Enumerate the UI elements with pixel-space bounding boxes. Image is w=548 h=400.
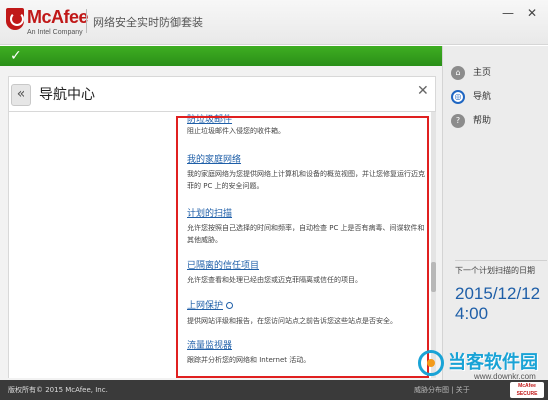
compass-icon: ◎ xyxy=(451,90,465,104)
sidebar-item-label: 帮助 xyxy=(473,116,492,126)
sidebar-item-label: 导航 xyxy=(473,92,492,102)
sidebar-item-navigation[interactable]: ◎ 导航 xyxy=(451,88,543,106)
copyright-text: 版权所有© 2015 McAfee, Inc. xyxy=(8,386,108,394)
vertical-scrollbar[interactable] xyxy=(431,112,436,378)
sidebar-item-home[interactable]: ⌂ 主页 xyxy=(451,64,543,82)
brand-subtitle: An Intel Company xyxy=(27,29,83,36)
next-scan-time: 4:00 xyxy=(455,304,489,323)
sidebar-item-help[interactable]: ? 帮助 xyxy=(451,112,543,130)
mcafee-shield-icon xyxy=(6,8,24,30)
next-scan-date: 2015/12/12 xyxy=(455,284,541,303)
mcafee-window: McAfee An Intel Company 网络安全实时防御套装 — ✕ ✓… xyxy=(0,0,548,400)
watermark-url: www.downkr.com xyxy=(474,372,536,381)
home-icon: ⌂ xyxy=(451,66,465,80)
watermark-logo-icon xyxy=(418,350,444,376)
minimize-button[interactable]: — xyxy=(500,6,516,20)
sidebar-item-label: 主页 xyxy=(473,68,492,78)
title-bar: McAfee An Intel Company 网络安全实时防御套装 — ✕ xyxy=(0,0,548,45)
site-watermark: 当客软件园 www.downkr.com xyxy=(418,348,548,392)
app-title: 网络安全实时防御套装 xyxy=(93,16,203,29)
close-window-button[interactable]: ✕ xyxy=(524,6,540,20)
watermark-text: 当客软件园 xyxy=(448,352,538,373)
page-title: 导航中心 xyxy=(39,87,95,103)
right-sidebar: ⌂ 主页 ◎ 导航 ? 帮助 下一个计划扫描的日期 2015/12/12 4:0… xyxy=(442,46,548,380)
next-scan-label: 下一个计划扫描的日期 xyxy=(455,266,535,275)
highlight-box xyxy=(176,116,429,378)
title-divider xyxy=(86,9,87,33)
page-header: « 导航中心 ✕ xyxy=(8,76,436,112)
mcafee-logo: McAfee An Intel Company xyxy=(6,6,89,40)
back-button[interactable]: « xyxy=(11,84,31,106)
help-icon: ? xyxy=(451,114,465,128)
close-panel-button[interactable]: ✕ xyxy=(417,83,429,99)
protection-status-bar[interactable]: ✓ xyxy=(0,46,442,66)
next-scan-panel: 下一个计划扫描的日期 2015/12/12 4:00 xyxy=(455,260,547,324)
status-check-icon: ✓ xyxy=(10,48,22,64)
scrollbar-thumb[interactable] xyxy=(431,262,436,292)
brand-name: McAfee xyxy=(27,7,89,27)
